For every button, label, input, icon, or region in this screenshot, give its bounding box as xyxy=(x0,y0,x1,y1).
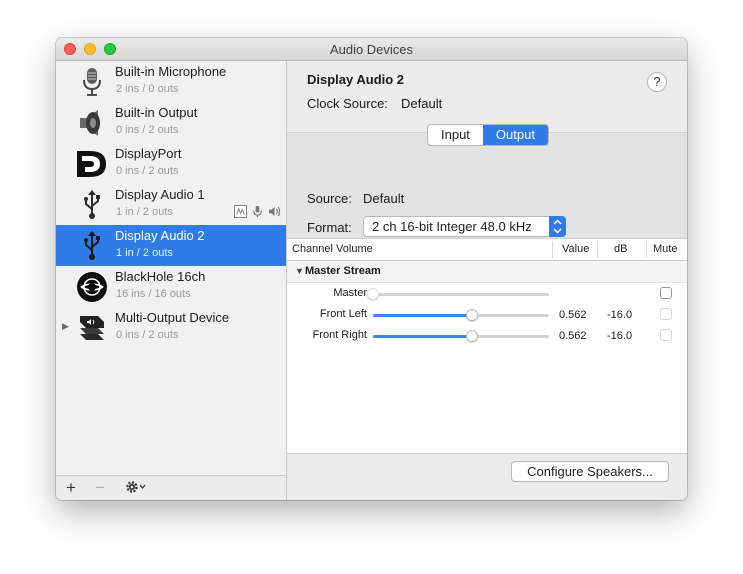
input-output-segmented-control: Input Output xyxy=(427,124,549,146)
channel-label: Front Right xyxy=(312,329,367,341)
table-row: Front Left 0.562 -16.0 xyxy=(287,304,687,325)
slider-fill xyxy=(373,335,472,338)
device-io-count: 0 ins / 2 outs xyxy=(116,165,179,177)
device-item-display-audio-1[interactable]: Display Audio 1 1 in / 2 outs xyxy=(56,184,286,225)
remove-device-button[interactable]: − xyxy=(95,478,105,498)
device-header: Display Audio 2 Clock Source: Default ? xyxy=(287,61,687,132)
table-row: Master xyxy=(287,283,687,304)
gear-icon xyxy=(126,481,146,493)
default-output-speaker-icon xyxy=(268,206,281,217)
device-name: Display Audio 2 xyxy=(115,228,205,243)
disclosure-triangle-icon[interactable]: ▼ xyxy=(295,266,304,276)
device-name: DisplayPort xyxy=(115,146,182,161)
tab-input[interactable]: Input xyxy=(428,125,483,145)
channel-value: 0.562 xyxy=(559,309,587,321)
device-list-sidebar: Built-in Microphone 2 ins / 0 outs Built… xyxy=(56,61,287,500)
volume-slider-front-right[interactable] xyxy=(373,330,549,342)
format-popup-arrows[interactable] xyxy=(549,216,566,237)
usb-icon xyxy=(84,231,100,260)
column-separator xyxy=(552,241,553,258)
clock-source-label: Clock Source: xyxy=(307,96,388,111)
device-io-count: 16 ins / 16 outs xyxy=(116,288,191,300)
multi-output-icon xyxy=(80,316,104,340)
device-name: Multi-Output Device xyxy=(115,310,230,325)
channel-value: 0.562 xyxy=(559,330,587,342)
channel-label: Front Left xyxy=(319,308,367,320)
device-name: BlackHole 16ch xyxy=(115,269,206,284)
device-name: Built-in Microphone xyxy=(115,64,227,79)
volume-slider-master[interactable] xyxy=(367,288,549,300)
format-label: Format: xyxy=(307,220,352,235)
device-io-count: 2 ins / 0 outs xyxy=(116,83,179,95)
device-item-displayport[interactable]: DisplayPort 0 ins / 2 outs xyxy=(56,143,286,184)
device-role-icons xyxy=(234,205,281,218)
up-down-chevron-icon xyxy=(553,219,562,234)
device-io-count: 0 ins / 2 outs xyxy=(116,124,179,136)
device-detail-panel: Display Audio 2 Clock Source: Default ? … xyxy=(287,61,687,500)
source-label: Source: xyxy=(307,191,352,206)
audio-devices-window: Audio Devices Built-in Microphone 2 ins … xyxy=(56,38,687,500)
device-io-count: 0 ins / 2 outs xyxy=(116,329,179,341)
clock-source-value: Default xyxy=(401,96,443,111)
title-bar: Audio Devices xyxy=(56,38,687,61)
device-item-blackhole-16ch[interactable]: BlackHole 16ch 16 ins / 16 outs xyxy=(56,266,286,307)
channel-db: -16.0 xyxy=(607,309,633,321)
device-item-built-in-microphone[interactable]: Built-in Microphone 2 ins / 0 outs xyxy=(56,61,286,102)
system-sound-icon xyxy=(234,205,247,218)
sidebar-footer: + − xyxy=(56,475,286,500)
column-header-db[interactable]: dB xyxy=(614,239,627,260)
device-item-multi-output-device[interactable]: ▶ Multi-Output Device 0 ins / 2 outs xyxy=(56,307,286,348)
window-title: Audio Devices xyxy=(329,42,414,57)
slider-knob[interactable] xyxy=(465,309,478,321)
disclosure-triangle-icon[interactable]: ▶ xyxy=(62,321,69,332)
configure-speakers-button[interactable]: Configure Speakers... xyxy=(511,461,669,482)
footer-area: Configure Speakers... xyxy=(287,453,687,500)
channel-db: -16.0 xyxy=(607,330,633,342)
add-device-button[interactable]: + xyxy=(66,478,76,498)
slider-fill xyxy=(373,314,472,317)
group-label: Master Stream xyxy=(305,265,381,277)
column-header-value[interactable]: Value xyxy=(562,239,589,260)
column-header-mute[interactable]: Mute xyxy=(653,239,677,260)
default-input-mic-icon xyxy=(253,205,262,218)
device-item-built-in-output[interactable]: Built-in Output 0 ins / 2 outs xyxy=(56,102,286,143)
mute-checkbox-front-left[interactable] xyxy=(660,308,672,320)
column-header-channel-volume[interactable]: Channel Volume xyxy=(292,239,373,260)
volume-slider-front-left[interactable] xyxy=(373,309,549,321)
help-button[interactable]: ? xyxy=(647,72,667,92)
device-name: Display Audio 1 xyxy=(115,187,205,202)
channel-volume-table: Channel Volume Value dB Mute ▼ Master St… xyxy=(287,238,687,479)
source-value: Default xyxy=(363,191,405,206)
slider-knob[interactable] xyxy=(465,330,478,342)
table-row: Front Right 0.562 -16.0 xyxy=(287,325,687,346)
column-separator xyxy=(597,241,598,258)
gear-menu-button[interactable] xyxy=(125,479,147,500)
slider-knob[interactable] xyxy=(367,288,379,300)
channel-label: Master xyxy=(333,287,367,299)
usb-icon xyxy=(84,190,100,219)
speaker-icon xyxy=(80,110,100,136)
device-io-count: 1 in / 2 outs xyxy=(116,206,173,218)
group-row-master-stream[interactable]: ▼ Master Stream xyxy=(287,261,687,283)
displayport-icon xyxy=(77,151,106,177)
microphone-icon xyxy=(83,68,101,96)
device-io-count: 1 in / 2 outs xyxy=(116,247,173,259)
column-separator xyxy=(646,241,647,258)
tab-output[interactable]: Output xyxy=(482,125,548,145)
mute-checkbox-master[interactable] xyxy=(660,287,672,299)
mute-checkbox-front-right[interactable] xyxy=(660,329,672,341)
format-select[interactable]: 2 ch 16-bit Integer 48.0 kHz xyxy=(363,216,566,237)
blackhole-icon xyxy=(77,272,107,302)
format-value: 2 ch 16-bit Integer 48.0 kHz xyxy=(372,219,532,234)
device-title: Display Audio 2 xyxy=(307,72,405,87)
device-item-display-audio-2[interactable]: Display Audio 2 1 in / 2 outs xyxy=(56,225,286,266)
device-name: Built-in Output xyxy=(115,105,198,120)
